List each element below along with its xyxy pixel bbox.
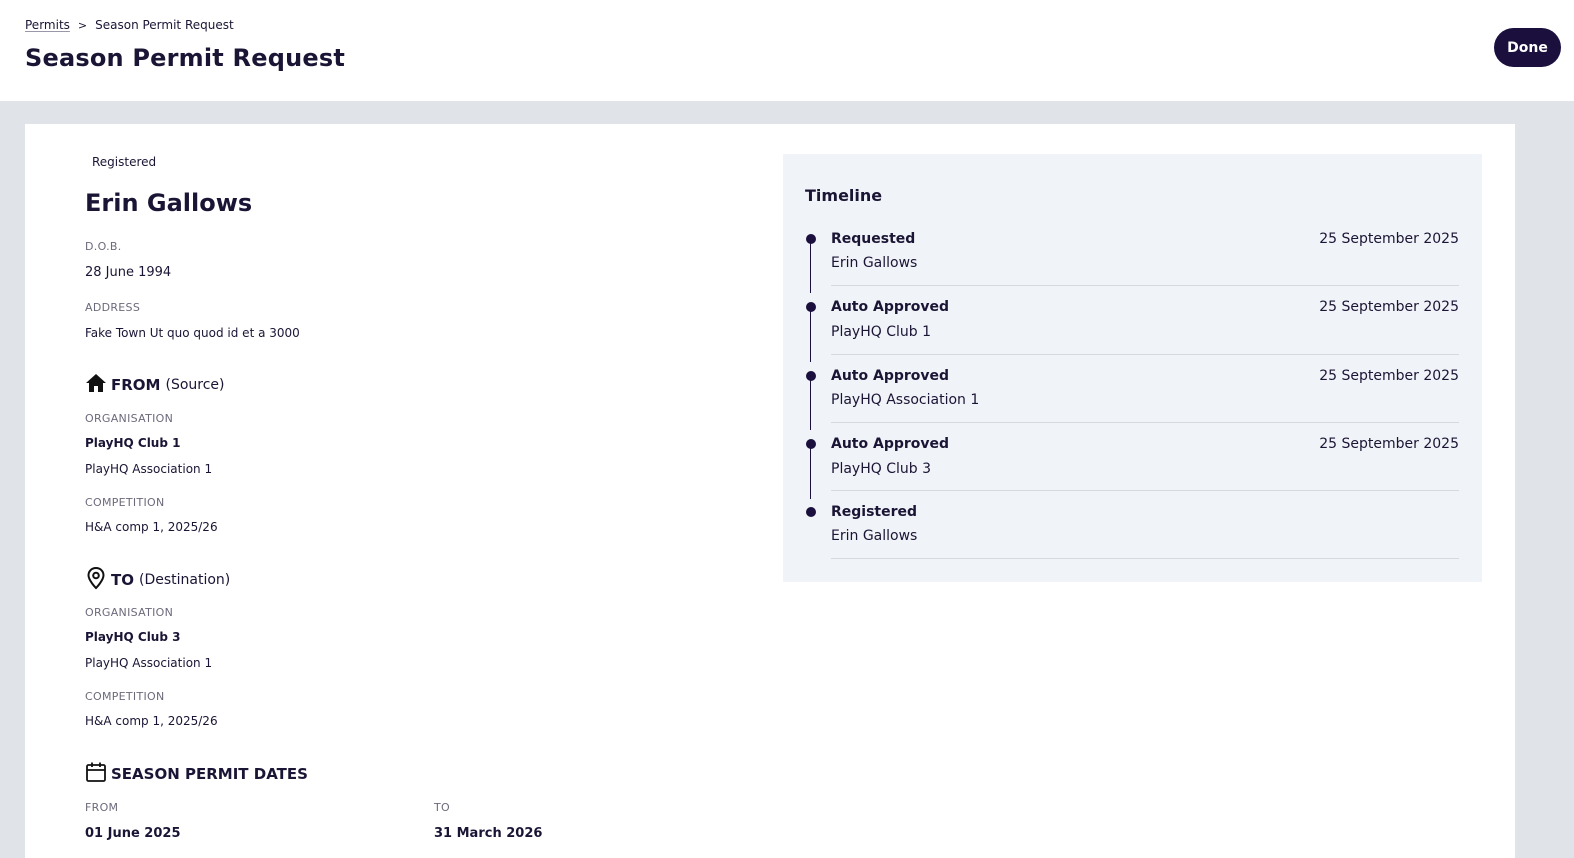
calendar-icon (85, 761, 111, 787)
from-association: PlayHQ Association 1 (85, 462, 213, 476)
to-club: PlayHQ Club 3 (85, 630, 181, 644)
timeline-dot (806, 302, 816, 312)
from-heading: FROM (111, 376, 161, 394)
timeline-connector (810, 243, 811, 293)
dates-to-value: 31 March 2026 (434, 826, 543, 841)
dates-from-value: 01 June 2025 (85, 826, 181, 841)
timeline-divider (831, 422, 1459, 423)
timeline-divider (831, 285, 1459, 286)
to-organisation-label: ORGANISATION (85, 606, 174, 619)
timeline-date: 25 September 2025 (1319, 368, 1459, 384)
timeline-actor: Erin Gallows (831, 528, 918, 544)
dates-from-label: FROM (85, 801, 119, 814)
timeline-divider (831, 558, 1459, 559)
timeline-date: 25 September 2025 (1319, 231, 1459, 247)
to-association: PlayHQ Association 1 (85, 656, 213, 670)
from-organisation-label: ORGANISATION (85, 412, 174, 425)
timeline-connector (810, 448, 811, 499)
location-pin-icon (85, 566, 111, 594)
timeline-connector (810, 380, 811, 430)
timeline-actor: PlayHQ Club 3 (831, 461, 931, 477)
person-name: Erin Gallows (85, 189, 253, 217)
timeline-divider (831, 354, 1459, 355)
timeline-date: 25 September 2025 (1319, 436, 1459, 452)
page-header: Permits > Season Permit Request Season P… (0, 0, 1574, 101)
to-competition: H&A comp 1, 2025/26 (85, 714, 218, 728)
timeline-actor: Erin Gallows (831, 255, 918, 271)
home-icon (85, 373, 111, 397)
timeline-dot (806, 507, 816, 517)
timeline-event: Auto Approved (831, 368, 950, 384)
timeline-actor: PlayHQ Association 1 (831, 392, 980, 408)
address-value: Fake Town Ut quo quod id et a 3000 (85, 326, 300, 340)
from-section-heading: FROM (Source) (85, 373, 225, 397)
timeline-date: 25 September 2025 (1319, 299, 1459, 315)
timeline-event: Auto Approved (831, 436, 950, 452)
season-permit-dates-title: SEASON PERMIT DATES (111, 765, 308, 783)
from-subheading: (Source) (165, 377, 225, 393)
done-button[interactable]: Done (1494, 28, 1561, 67)
timeline-panel: Timeline Requested 25 September 2025 Eri… (783, 154, 1482, 582)
timeline-dot (806, 371, 816, 381)
to-competition-label: COMPETITION (85, 690, 165, 703)
breadcrumb: Permits > Season Permit Request (25, 18, 234, 32)
to-subheading: (Destination) (138, 572, 231, 588)
season-permit-dates-heading: SEASON PERMIT DATES (85, 761, 313, 787)
breadcrumb-current: Season Permit Request (95, 18, 234, 32)
from-competition-label: COMPETITION (85, 496, 165, 509)
dates-to-label: TO (434, 801, 450, 814)
from-competition: H&A comp 1, 2025/26 (85, 520, 218, 534)
address-label: ADDRESS (85, 301, 141, 314)
timeline-divider (831, 490, 1459, 491)
timeline-event: Auto Approved (831, 299, 950, 315)
timeline-event: Registered (831, 504, 918, 520)
timeline-actor: PlayHQ Club 1 (831, 324, 931, 340)
timeline-dot (806, 439, 816, 449)
timeline-dot (806, 234, 816, 244)
registration-status: Registered (92, 155, 157, 169)
to-section-heading: TO (Destination) (85, 566, 230, 594)
page-title: Season Permit Request (25, 44, 345, 72)
timeline-title: Timeline (805, 186, 883, 205)
dob-value: 28 June 1994 (85, 265, 172, 280)
breadcrumb-separator: > (77, 18, 88, 32)
breadcrumb-permits-link[interactable]: Permits (25, 18, 70, 32)
from-club: PlayHQ Club 1 (85, 436, 181, 450)
timeline-event: Requested (831, 231, 916, 247)
timeline-connector (810, 311, 811, 362)
to-heading: TO (111, 571, 134, 589)
dob-label: D.O.B. (85, 240, 122, 253)
